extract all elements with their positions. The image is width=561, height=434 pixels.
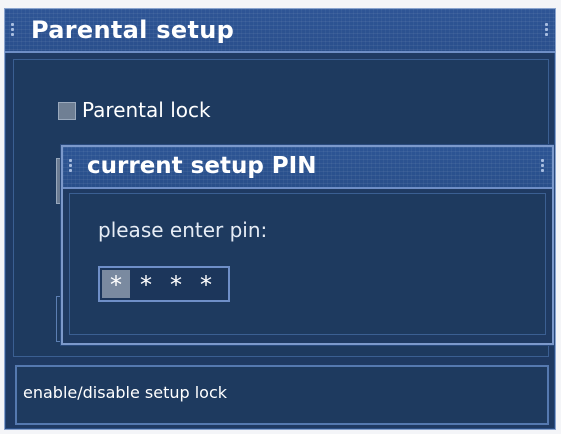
pin-digit-2[interactable]: *	[132, 270, 160, 299]
pin-digit-3[interactable]: *	[162, 270, 190, 299]
dialog-titlebar: current setup PIN	[63, 147, 552, 189]
screen: Parental setup Parental lock enable/disa…	[0, 0, 561, 434]
pin-digit-4[interactable]: *	[192, 270, 220, 299]
window-title: Parental setup	[31, 16, 235, 44]
pin-input[interactable]: * * * *	[98, 266, 230, 302]
dialog-title: current setup PIN	[87, 153, 317, 179]
parental-lock-checkbox[interactable]	[58, 102, 76, 120]
dialog-body: please enter pin: * * * *	[69, 193, 546, 335]
grip-right-icon	[545, 21, 549, 39]
dialog-grip-left-icon	[69, 157, 73, 175]
status-bar: enable/disable setup lock	[15, 365, 549, 425]
grip-left-icon	[11, 21, 15, 39]
status-text: enable/disable setup lock	[23, 383, 228, 402]
parental-lock-label: Parental lock	[82, 98, 211, 122]
pin-dialog: current setup PIN please enter pin: * * …	[61, 145, 554, 345]
pin-prompt: please enter pin:	[98, 218, 268, 242]
dialog-grip-right-icon	[541, 157, 545, 175]
pin-digit-1[interactable]: *	[102, 270, 130, 299]
window-titlebar: Parental setup	[5, 9, 555, 53]
